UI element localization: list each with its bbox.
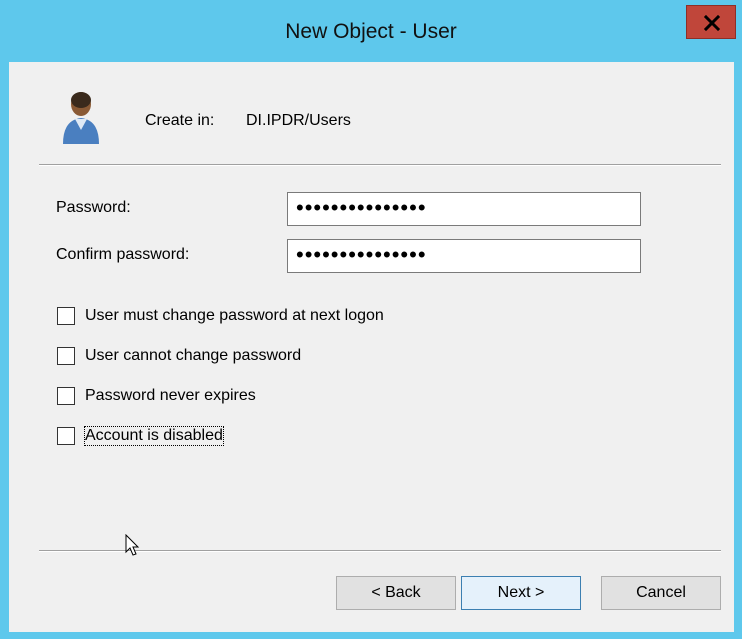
checkbox-label: User must change password at next logon bbox=[85, 307, 384, 324]
next-button[interactable]: Next > bbox=[461, 576, 581, 610]
create-in-path: DI.IPDR/Users bbox=[246, 112, 351, 129]
checkbox[interactable] bbox=[57, 427, 75, 445]
checkbox-label: Account is disabled bbox=[84, 426, 224, 446]
checkbox[interactable] bbox=[57, 347, 75, 365]
confirm-password-field[interactable]: ••••••••••••••• bbox=[287, 239, 641, 273]
close-icon bbox=[704, 15, 720, 31]
checkbox-label: Password never expires bbox=[85, 387, 256, 404]
confirm-password-label: Confirm password: bbox=[56, 246, 190, 263]
mouse-pointer-icon bbox=[125, 534, 140, 556]
back-button[interactable]: < Back bbox=[336, 576, 456, 610]
password-label: Password: bbox=[56, 199, 131, 216]
dialog-body: Create in: DI.IPDR/Users Password: •••••… bbox=[9, 62, 734, 632]
create-in-label: Create in: bbox=[145, 112, 215, 129]
password-field[interactable]: ••••••••••••••• bbox=[287, 192, 641, 226]
checkbox[interactable] bbox=[57, 387, 75, 405]
window-title: New Object - User bbox=[285, 20, 457, 43]
cancel-button[interactable]: Cancel bbox=[601, 576, 721, 610]
dialog-window: New Object - User Create in: DI.IPDR/Use… bbox=[0, 0, 742, 639]
checkbox[interactable] bbox=[57, 307, 75, 325]
footer-divider bbox=[39, 550, 721, 552]
user-icon bbox=[63, 92, 99, 144]
close-button[interactable] bbox=[686, 5, 736, 39]
title-bar[interactable]: New Object - User bbox=[0, 0, 742, 62]
checkbox-label: User cannot change password bbox=[85, 347, 302, 364]
header-divider bbox=[39, 164, 721, 166]
